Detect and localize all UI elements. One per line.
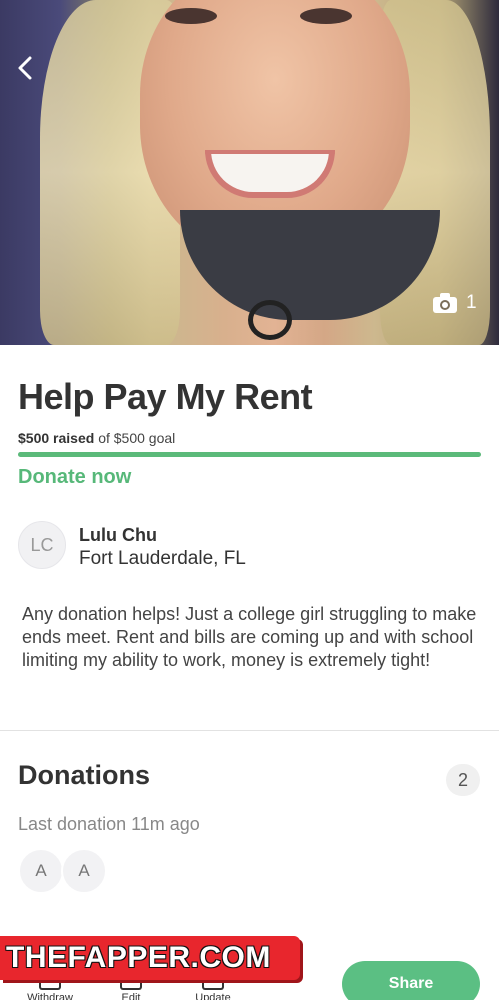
organizer-location: Fort Lauderdale, FL bbox=[79, 548, 246, 569]
photo-eye bbox=[300, 8, 352, 24]
campaign-story: Any donation helps! Just a college girl … bbox=[22, 604, 477, 670]
photo-ring bbox=[248, 300, 292, 340]
donor-avatar[interactable]: A bbox=[61, 848, 107, 894]
organizer-avatar[interactable]: LC bbox=[18, 521, 66, 569]
withdraw-label: Withdraw bbox=[27, 992, 73, 1000]
share-button[interactable]: Share bbox=[342, 961, 480, 1000]
watermark-text: THEFAPPER.COM bbox=[6, 941, 271, 974]
watermark-banner: THEFAPPER.COM bbox=[0, 936, 300, 980]
donate-now-link[interactable]: Donate now bbox=[18, 466, 131, 489]
donor-avatar[interactable]: A bbox=[18, 848, 64, 894]
camera-icon bbox=[433, 293, 457, 313]
photo-counter[interactable]: 1 bbox=[432, 290, 477, 316]
raised-amount: $500 raised bbox=[18, 430, 95, 446]
progress-bar bbox=[18, 452, 481, 457]
photo-count-label: 1 bbox=[466, 292, 477, 313]
section-divider bbox=[0, 730, 499, 731]
chevron-left-icon bbox=[18, 56, 32, 80]
donations-heading: Donations bbox=[18, 760, 150, 790]
update-label: Update bbox=[195, 992, 231, 1000]
campaign-title: Help Pay My Rent bbox=[18, 376, 313, 417]
donations-count-badge[interactable]: 2 bbox=[446, 764, 480, 796]
organizer-name[interactable]: Lulu Chu bbox=[79, 525, 157, 546]
raised-summary: $500 raised of $500 goal bbox=[18, 430, 175, 446]
progress-fill bbox=[18, 452, 481, 457]
campaign-photo[interactable]: 1 bbox=[0, 0, 499, 345]
back-button[interactable] bbox=[14, 55, 38, 81]
photo-eye bbox=[165, 8, 217, 24]
edit-label: Edit bbox=[121, 992, 141, 1000]
goal-text: of $500 goal bbox=[98, 430, 176, 446]
last-donation-text: Last donation 11m ago bbox=[18, 814, 200, 834]
